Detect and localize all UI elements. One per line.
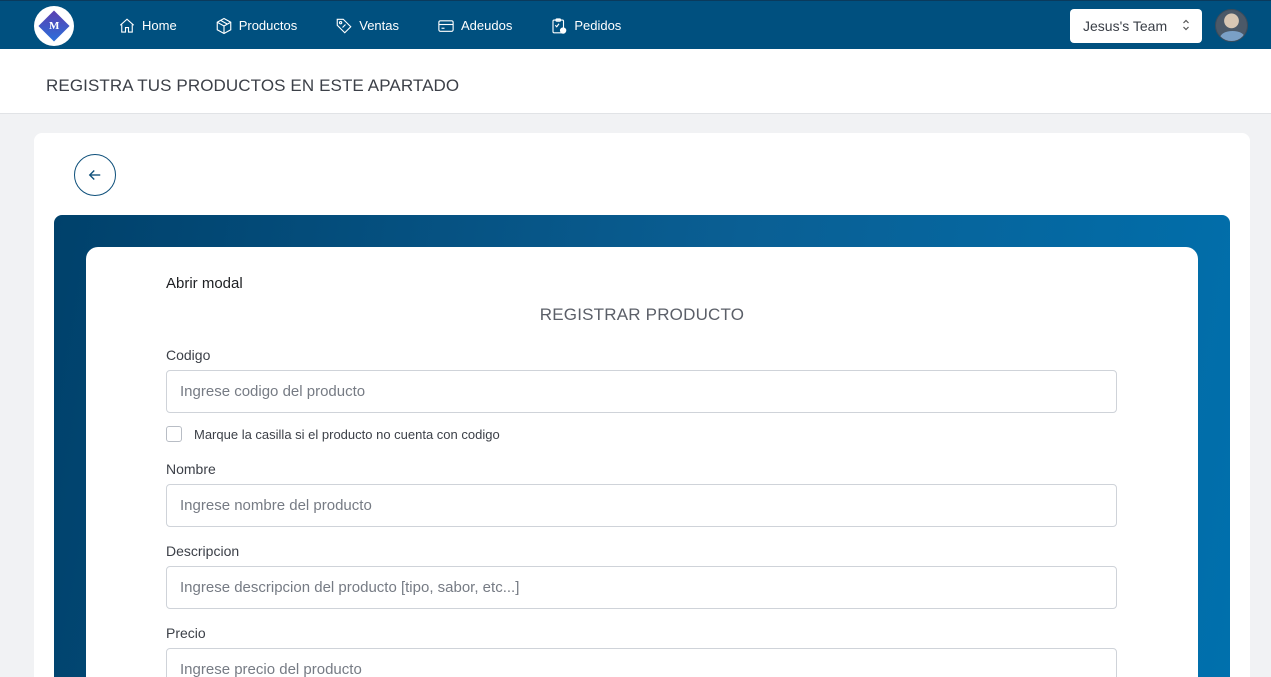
no-code-checkbox[interactable]: [166, 426, 182, 442]
tag-icon: [336, 18, 352, 34]
nav-menu: Home Productos Ventas Adeudos Pedidos: [118, 1, 659, 50]
team-selector-value: Jesus's Team: [1083, 18, 1168, 34]
descripcion-label: Descripcion: [166, 543, 240, 559]
logo-letter: M: [48, 19, 60, 32]
app-logo[interactable]: M: [34, 6, 74, 46]
codigo-label: Codigo: [166, 347, 211, 363]
register-product-form: Abrir modal REGISTRAR PRODUCTO Codigo Ma…: [86, 247, 1198, 677]
form-title: REGISTRAR PRODUCTO: [539, 305, 745, 324]
content-card: Abrir modal REGISTRAR PRODUCTO Codigo Ma…: [34, 133, 1250, 677]
nav-item-pedidos[interactable]: Pedidos: [550, 17, 621, 35]
nombre-input[interactable]: [166, 484, 1117, 527]
card-icon: [438, 19, 454, 32]
nav-item-productos[interactable]: Productos: [215, 17, 298, 35]
nav-item-adeudos[interactable]: Adeudos: [437, 17, 512, 35]
arrow-left-icon: [88, 170, 101, 180]
nav-item-label: Home: [142, 18, 177, 33]
no-code-checkbox-label: Marque la casilla si el producto no cuen…: [194, 426, 500, 442]
box-icon: [216, 17, 231, 34]
clipboard-icon: [552, 17, 567, 34]
nav-item-label: Pedidos: [574, 18, 622, 33]
page-header: REGISTRA TUS PRODUCTOS EN ESTE APARTADO: [0, 49, 1271, 114]
no-code-option[interactable]: Marque la casilla si el producto no cuen…: [166, 426, 500, 442]
open-modal-link[interactable]: Abrir modal: [166, 275, 243, 292]
page-title: REGISTRA TUS PRODUCTOS EN ESTE APARTADO: [46, 76, 460, 95]
nombre-label: Nombre: [166, 461, 216, 477]
nav-item-ventas[interactable]: Ventas: [335, 17, 399, 35]
descripcion-input[interactable]: [166, 566, 1117, 609]
nav-item-label: Productos: [238, 18, 298, 33]
top-navbar: M Home Productos Ventas Adeudos Pedidos …: [0, 0, 1271, 49]
logo-mark: M: [38, 10, 70, 42]
nav-item-label: Adeudos: [461, 18, 513, 33]
user-avatar[interactable]: [1215, 9, 1248, 42]
nav-item-home[interactable]: Home: [118, 17, 177, 35]
avatar-figure: [1220, 31, 1245, 41]
home-icon: [119, 17, 135, 33]
nav-item-label: Ventas: [359, 18, 399, 33]
chevron-up-down-icon: [1183, 19, 1189, 31]
precio-input[interactable]: [166, 648, 1117, 677]
back-button[interactable]: [74, 154, 116, 196]
precio-label: Precio: [166, 625, 206, 641]
team-selector[interactable]: Jesus's Team: [1070, 9, 1202, 43]
codigo-input[interactable]: [166, 370, 1117, 413]
